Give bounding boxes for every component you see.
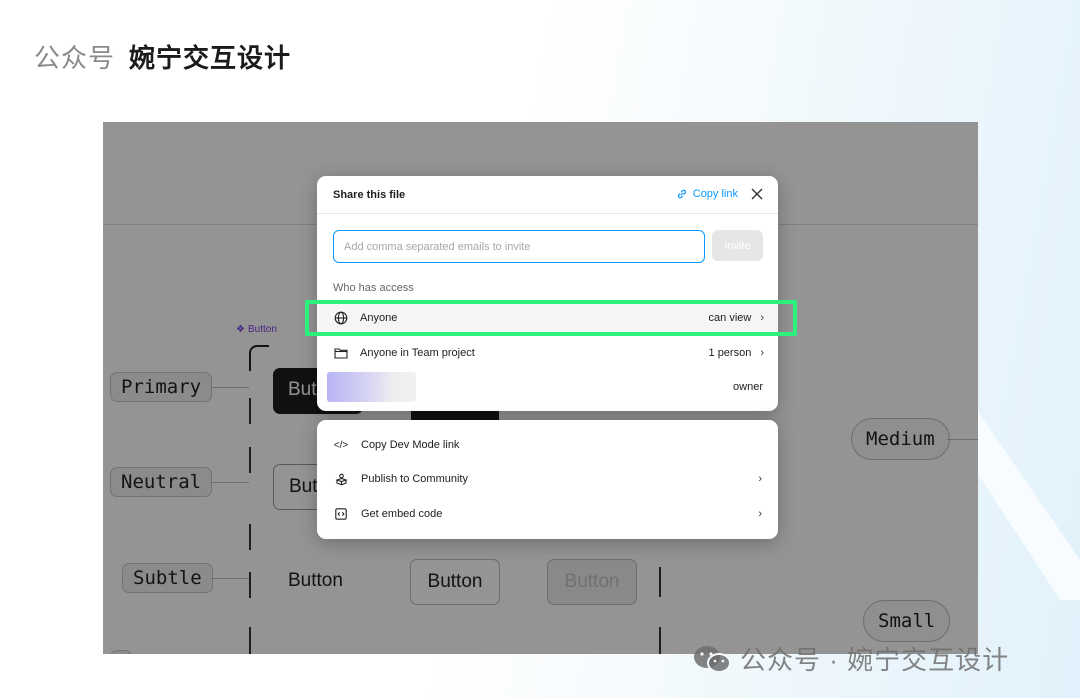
access-row-label: Anyone in Team project: [360, 347, 475, 359]
chevron-right-icon: ›: [760, 347, 764, 359]
globe-icon: [333, 310, 349, 326]
embed-icon: [333, 506, 349, 522]
menu-item-label: Publish to Community: [361, 473, 468, 485]
access-row-label: Anyone: [360, 312, 398, 324]
link-icon: [677, 189, 686, 199]
share-dialog: Share this file Copy link Invite Who has…: [317, 176, 778, 411]
copy-link-label: Copy link: [692, 188, 738, 200]
code-icon: </>: [333, 439, 349, 451]
access-row-anyone[interactable]: Anyone can view ›: [317, 303, 778, 333]
page-title: 公众号 婉宁交互设计: [34, 38, 291, 75]
share-dialog-header: Share this file Copy link: [317, 176, 778, 214]
menu-item-label: Copy Dev Mode link: [361, 439, 460, 451]
menu-item-publish-community[interactable]: Publish to Community ›: [317, 462, 778, 496]
owner-role-label: owner: [733, 381, 763, 393]
invite-button[interactable]: Invite: [712, 230, 763, 261]
access-row-team[interactable]: Anyone in Team project 1 person ›: [317, 338, 778, 368]
menu-item-embed-code[interactable]: Get embed code ›: [317, 497, 778, 531]
chevron-right-icon: ›: [758, 473, 762, 485]
community-icon: [333, 471, 349, 487]
email-invite-input[interactable]: [333, 230, 705, 263]
watermark: 公众号 · 婉宁交互设计: [692, 640, 1009, 677]
member-count[interactable]: 1 person: [709, 347, 752, 359]
folder-icon: [333, 345, 349, 361]
share-options-menu: </> Copy Dev Mode link Publish to Commun…: [317, 420, 778, 539]
owner-avatar-blurred: [327, 372, 416, 402]
share-dialog-title: Share this file: [333, 189, 406, 201]
account-type-label: 公众号: [34, 43, 116, 73]
close-icon[interactable]: [748, 185, 766, 203]
wechat-icon: [694, 645, 731, 673]
permission-value[interactable]: can view: [709, 312, 752, 324]
menu-item-label: Get embed code: [361, 508, 443, 520]
account-name: 婉宁交互设计: [129, 43, 292, 73]
menu-item-copy-dev-link[interactable]: </> Copy Dev Mode link: [317, 428, 778, 462]
watermark-text: 公众号 · 婉宁交互设计: [740, 645, 1010, 675]
copy-link-button[interactable]: Copy link: [676, 188, 738, 200]
who-has-access-label: Who has access: [333, 282, 414, 294]
chevron-right-icon: ›: [758, 508, 762, 520]
chevron-right-icon: ›: [760, 312, 764, 324]
